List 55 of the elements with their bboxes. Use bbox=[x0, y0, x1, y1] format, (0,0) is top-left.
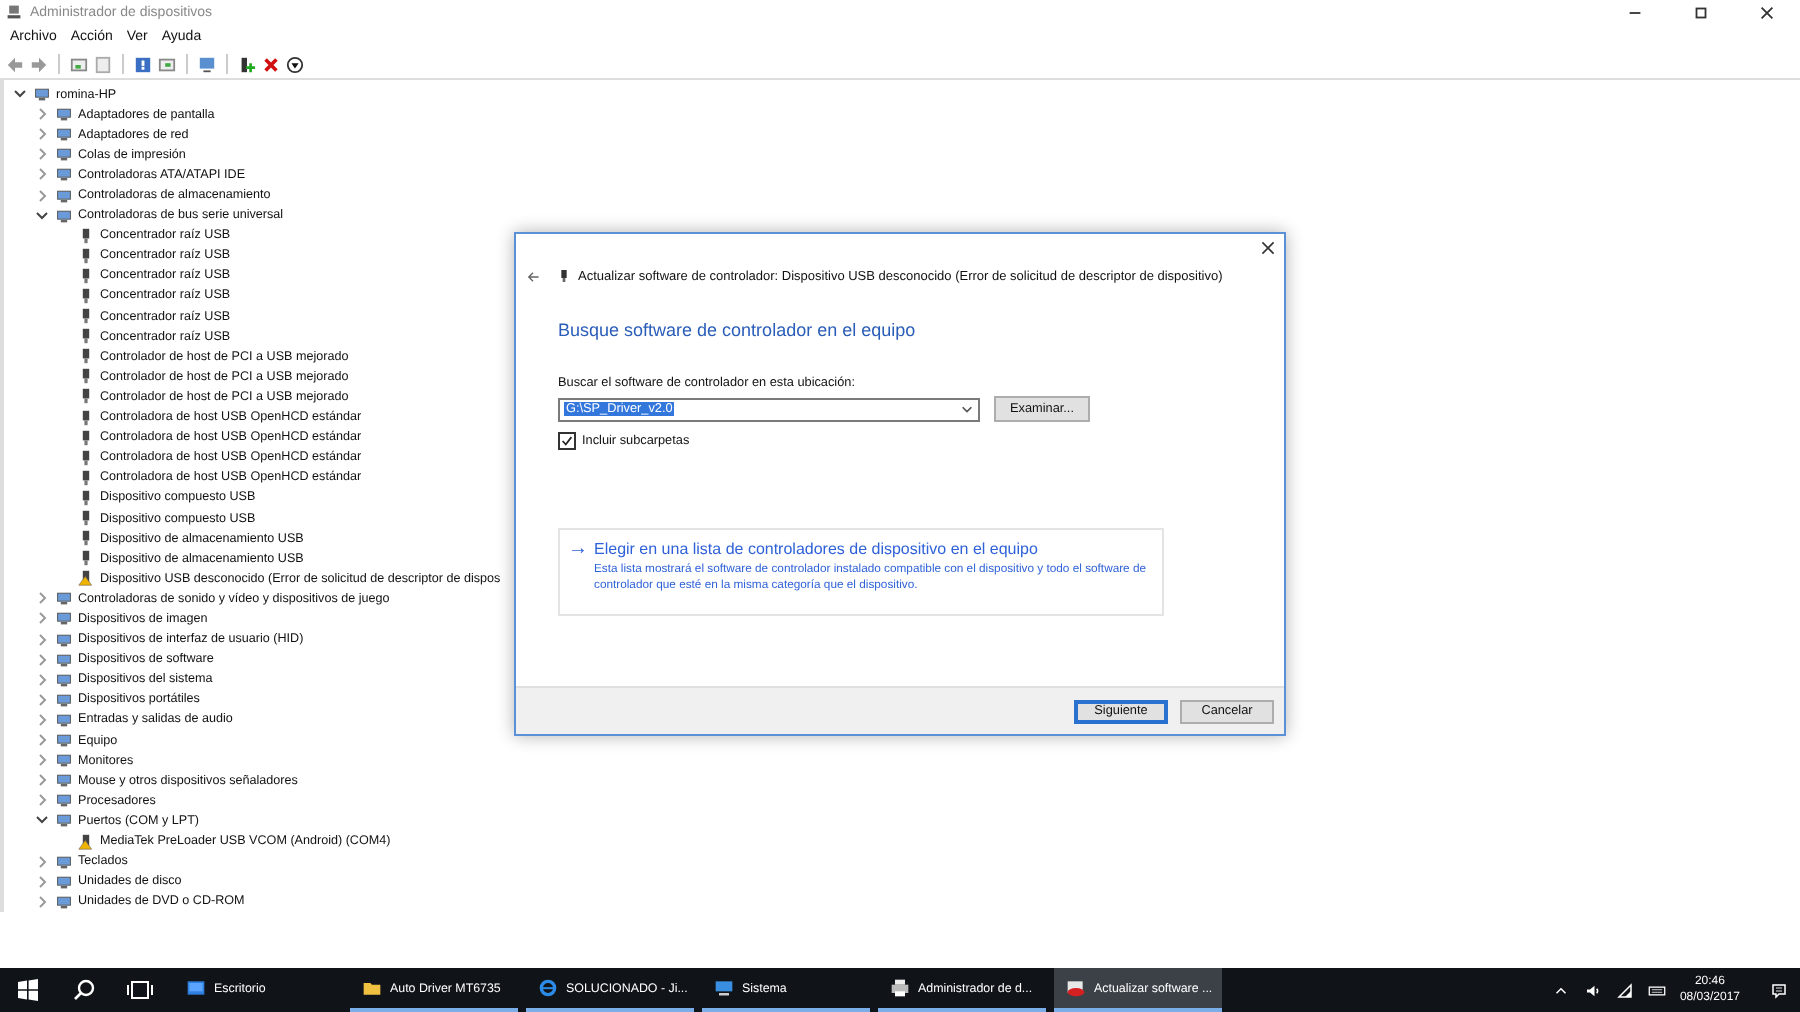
chevron-icon[interactable] bbox=[34, 812, 50, 829]
dropdown-caret-icon[interactable] bbox=[960, 402, 974, 416]
download-icon[interactable] bbox=[286, 55, 304, 73]
usb-device-icon bbox=[560, 268, 568, 284]
device-icon bbox=[56, 873, 72, 890]
option-link-card[interactable] bbox=[558, 528, 1164, 616]
device-icon bbox=[56, 812, 72, 829]
wifi-icon[interactable] bbox=[1615, 981, 1634, 999]
device-icon bbox=[56, 126, 72, 143]
folder-icon bbox=[362, 978, 382, 998]
device-icon bbox=[56, 631, 72, 648]
device-icon bbox=[56, 187, 72, 204]
device-icon bbox=[56, 752, 72, 769]
back-arrow-icon[interactable] bbox=[526, 269, 540, 283]
close-icon[interactable] bbox=[1758, 3, 1776, 21]
checkbox[interactable] bbox=[558, 432, 576, 450]
back-arrow-icon[interactable] bbox=[6, 55, 24, 73]
speaker-icon[interactable] bbox=[1583, 981, 1602, 999]
window-icon[interactable] bbox=[70, 55, 88, 73]
device-icon bbox=[56, 732, 72, 749]
device-icon bbox=[56, 590, 72, 607]
device-icon bbox=[34, 86, 50, 103]
device-icon bbox=[56, 651, 72, 668]
dialog-heading: Busque software de controlador en el equipo bbox=[558, 320, 918, 340]
device-icon bbox=[56, 772, 72, 789]
device-icon bbox=[56, 610, 72, 627]
monitor-icon[interactable] bbox=[198, 55, 216, 73]
desktop-icon bbox=[186, 978, 206, 998]
device-icon bbox=[56, 711, 72, 728]
device-icon bbox=[56, 146, 72, 163]
chevron-icon[interactable] bbox=[12, 86, 28, 103]
option-title: Elegir en una lista de controladores de dispositivo en el equipo bbox=[594, 540, 1040, 558]
device-icon bbox=[56, 691, 72, 708]
chevron-icon[interactable] bbox=[34, 207, 50, 224]
device-icon bbox=[56, 853, 72, 870]
printer-icon bbox=[890, 978, 910, 998]
window-icon[interactable] bbox=[94, 55, 112, 73]
device-icon bbox=[56, 207, 72, 224]
device-add-icon[interactable] bbox=[238, 55, 256, 73]
notification-icon[interactable] bbox=[1770, 981, 1788, 999]
keyboard-icon[interactable] bbox=[1647, 981, 1666, 999]
device-icon bbox=[56, 106, 72, 123]
delete-icon[interactable] bbox=[262, 55, 280, 73]
device-icon bbox=[56, 893, 72, 910]
close-icon[interactable] bbox=[1260, 240, 1276, 256]
device-icon bbox=[56, 166, 72, 183]
computer-icon bbox=[6, 4, 22, 20]
maximize-icon[interactable] bbox=[1692, 3, 1710, 21]
device-icon bbox=[56, 671, 72, 688]
arrow-text: → bbox=[568, 540, 588, 564]
forward-arrow-icon[interactable] bbox=[30, 55, 48, 73]
browser-icon bbox=[538, 978, 558, 998]
computer-icon bbox=[714, 978, 734, 998]
device-icon bbox=[56, 792, 72, 809]
window-icon[interactable] bbox=[158, 55, 176, 73]
